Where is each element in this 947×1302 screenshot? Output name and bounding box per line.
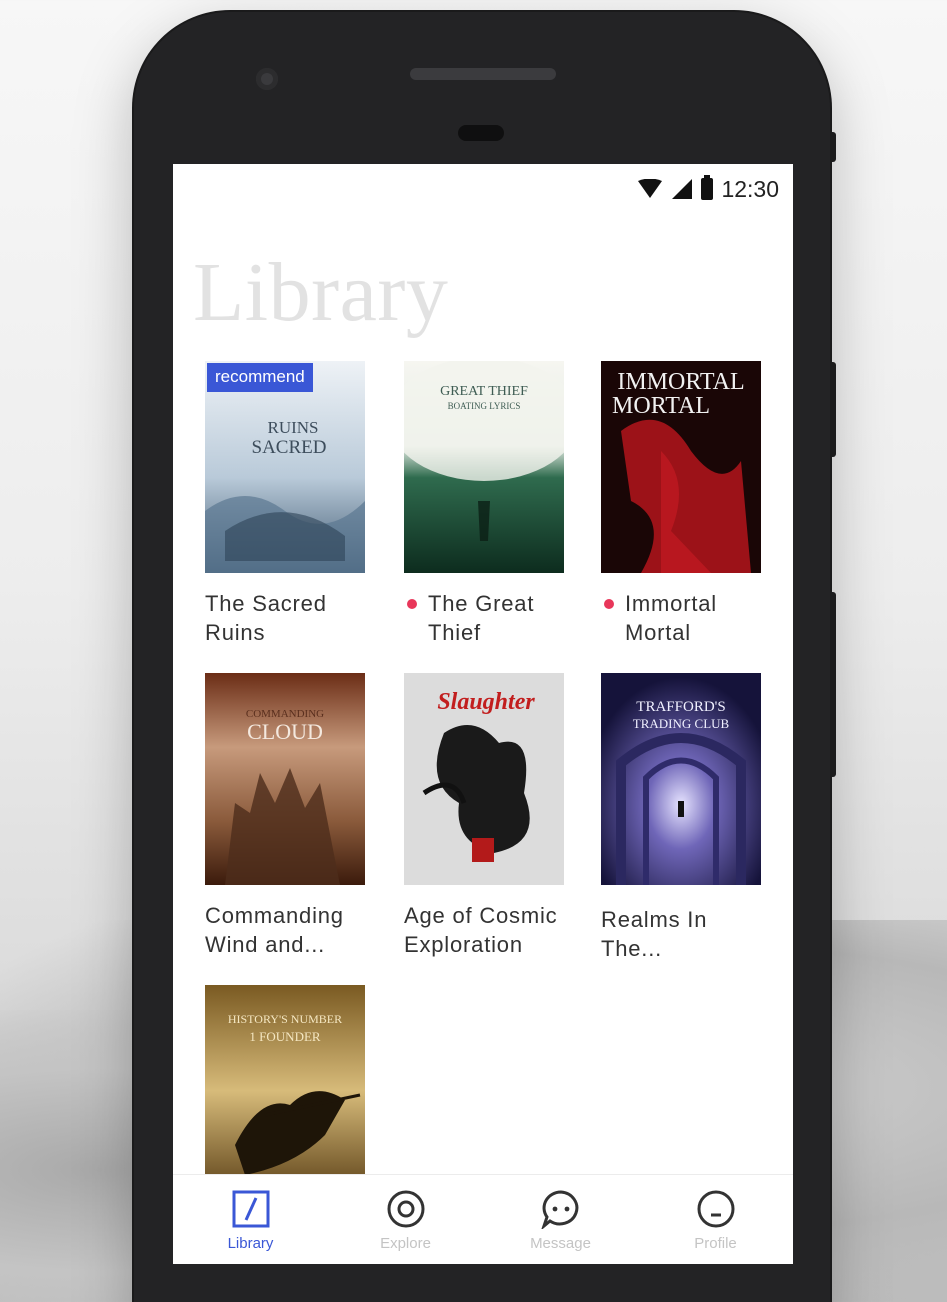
wifi-icon [638,179,663,198]
book-title[interactable]: Realms In The... [601,905,776,963]
signal-icon [672,179,693,199]
tab-message[interactable]: Message [483,1175,638,1264]
book-cover[interactable]: Slaughter [404,673,564,885]
update-dot [604,599,614,609]
message-icon [540,1190,578,1229]
bottom-tab-bar: Library Explore Message Profile [173,1174,793,1264]
book-cover[interactable]: GREAT THIEF BOATING LYRICS [404,361,564,573]
explore-icon [387,1190,424,1228]
svg-text:MORTAL: MORTAL [612,393,710,419]
book-title[interactable]: Immortal Mortal [601,589,776,647]
library-icon [232,1190,269,1228]
status-time: 12:30 [721,175,779,202]
svg-text:BOATING LYRICS: BOATING LYRICS [448,401,521,411]
book-title[interactable]: Commanding Wind and... [205,901,380,959]
book-title[interactable]: Age of Cosmic Exploration [404,901,579,959]
update-dot [407,599,417,609]
book-cover[interactable]: RUINS SACRED recommend [205,361,365,573]
app-screen: 12:30 Library RUINS SACRED recommend The… [173,164,793,1264]
svg-text:1 FOUNDER: 1 FOUNDER [249,1029,320,1044]
earpiece-speaker [410,68,556,80]
tab-explore[interactable]: Explore [328,1175,483,1264]
page-title: Library [193,246,449,339]
tab-library[interactable]: Library [173,1175,328,1264]
book-title[interactable]: The Sacred Ruins [205,589,380,647]
svg-text:TRADING CLUB: TRADING CLUB [633,716,730,731]
svg-text:HISTORY'S NUMBER: HISTORY'S NUMBER [228,1012,342,1026]
book-cover[interactable]: TRAFFORD'S TRADING CLUB [601,673,761,885]
book-cover[interactable]: IMMORTAL MORTAL [601,361,761,573]
battery-icon [701,175,714,200]
svg-text:RUINS: RUINS [267,418,318,437]
svg-text:TRAFFORD'S: TRAFFORD'S [636,699,725,715]
book-cover[interactable]: HISTORY'S NUMBER 1 FOUNDER [205,985,365,1197]
svg-text:GREAT THIEF: GREAT THIEF [440,384,528,399]
tab-profile[interactable]: Profile [638,1175,793,1264]
svg-text:IMMORTAL: IMMORTAL [617,369,744,395]
front-camera [256,68,278,90]
recommend-badge: recommend [207,363,313,392]
svg-text:CLOUD: CLOUD [247,719,323,744]
status-bar: 12:30 [637,174,779,204]
profile-icon [697,1190,734,1228]
proximity-sensor [458,125,504,141]
svg-text:Slaughter: Slaughter [437,689,535,715]
book-cover[interactable]: COMMANDING CLOUD [205,673,365,885]
book-title[interactable]: The Great Thief [404,589,579,647]
svg-text:SACRED: SACRED [252,437,327,458]
